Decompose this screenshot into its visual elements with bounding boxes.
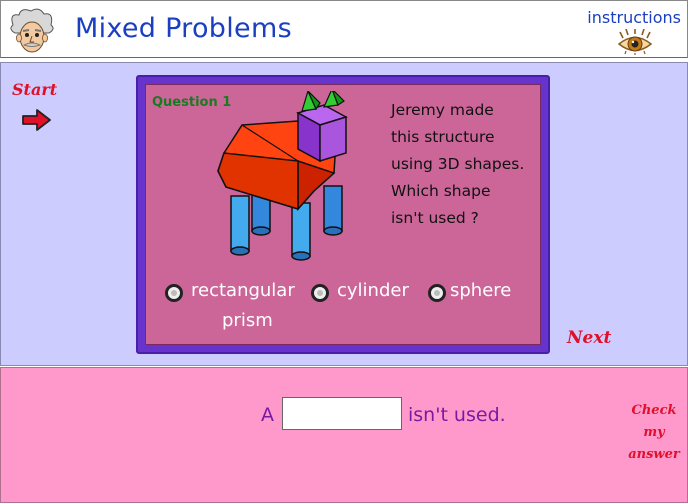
- shape-structure-image: [217, 91, 348, 261]
- radio-button[interactable]: [428, 284, 446, 302]
- page-title: Mixed Problems: [75, 13, 292, 44]
- option-sphere[interactable]: sphere: [428, 280, 528, 308]
- radio-button[interactable]: [311, 284, 329, 302]
- eye-icon: [617, 29, 653, 55]
- radio-button[interactable]: [165, 284, 183, 302]
- question-text: Jeremy made this structure using 3D shap…: [391, 101, 525, 227]
- question-card-inner: Question 1 Jeremy made this structure us…: [145, 84, 541, 345]
- right-arrow-icon[interactable]: [21, 108, 53, 132]
- option-label: sphere: [450, 280, 512, 301]
- start-label: Start: [12, 80, 58, 99]
- check-answer-button[interactable]: Check my answer: [623, 400, 685, 466]
- next-button[interactable]: Next: [567, 328, 611, 348]
- question-card: Question 1 Jeremy made this structure us…: [136, 75, 550, 354]
- answer-options: rectangular prism cylinder sphere: [146, 280, 542, 340]
- answer-input[interactable]: [282, 397, 402, 430]
- check-answer-line2: my: [643, 425, 665, 440]
- instructions-button[interactable]: instructions: [573, 4, 683, 56]
- option-cylinder[interactable]: cylinder: [311, 280, 421, 308]
- check-answer-line3: answer: [628, 447, 680, 462]
- check-answer-line1: Check: [631, 403, 677, 418]
- question-area: Start Question 1 Jeremy made this struct…: [0, 62, 688, 366]
- header-bar: Mixed Problems instructions: [0, 0, 688, 58]
- answer-prefix: A: [261, 404, 274, 426]
- answer-area: A isn't used. Check my answer: [0, 367, 688, 503]
- answer-suffix: isn't used.: [408, 404, 506, 426]
- option-label: rectangular: [191, 280, 295, 301]
- option-label: cylinder: [337, 280, 409, 301]
- option-label-line2: prism: [222, 310, 273, 331]
- cube-head: [296, 104, 348, 163]
- einstein-face-icon: [10, 8, 54, 53]
- option-rectangular-prism[interactable]: rectangular prism: [165, 280, 305, 332]
- instructions-label: instructions: [587, 8, 681, 27]
